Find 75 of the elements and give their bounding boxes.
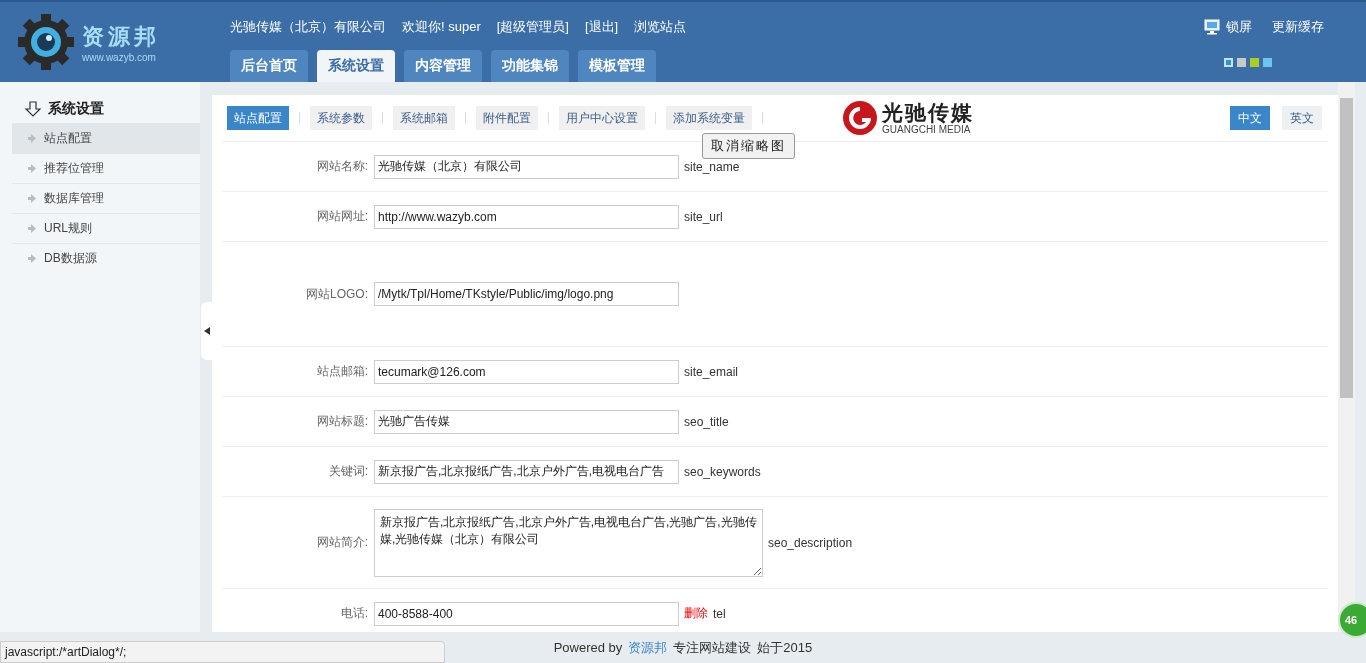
bullet-arrow-icon <box>28 254 36 263</box>
company-name: 光驰传媒（北京）有限公司 <box>230 18 386 36</box>
field-label: 网站简介: <box>315 534 369 551</box>
language-button[interactable]: 英文 <box>1282 106 1322 130</box>
sub-tab[interactable]: 添加系统变量 <box>666 106 752 130</box>
nav-tab[interactable]: 内容管理 <box>404 50 482 82</box>
field-key: site_email <box>684 364 739 379</box>
theme-swatch[interactable] <box>1250 58 1259 67</box>
logo-name: 资源邦 <box>82 21 160 51</box>
logo-url: www.wazyb.com <box>82 51 157 63</box>
sidebar-item[interactable]: URL规则 <box>12 213 200 243</box>
welcome-text: 欢迎你! super <box>402 18 481 36</box>
field-key: site_url <box>684 209 723 224</box>
brand-logo-icon <box>842 100 878 136</box>
brand-subtitle: GUANGCHI MEDIA <box>882 124 971 135</box>
language-button[interactable]: 中文 <box>1230 106 1270 130</box>
sidebar-item[interactable]: DB数据源 <box>12 243 200 273</box>
bullet-arrow-icon <box>28 224 36 233</box>
sub-tab[interactable]: 用户中心设置 <box>559 106 645 130</box>
nav-tab[interactable]: 功能集锦 <box>491 50 569 82</box>
theme-swatch[interactable] <box>1263 58 1272 67</box>
field-label: 站点邮箱: <box>315 363 369 380</box>
header-action-link[interactable]: 更新缓存 <box>1272 18 1324 36</box>
sidebar-item[interactable]: 站点配置 <box>12 123 200 153</box>
field-label: 网站网址: <box>315 208 369 225</box>
textarea-field[interactable]: 新京报广告,北京报纸广告,北京户外广告,电视电台广告,光驰广告,光驰传媒,光驰传媒（北京）有限公司 <box>374 508 763 577</box>
input-field[interactable]: /Mytk/Tpl/Home/TKstyle/Public/img/logo.png <box>374 282 679 306</box>
input-field[interactable]: 光驰广告传媒 <box>374 409 679 434</box>
status-text: javascript:/*artDialog*/; <box>0 641 445 663</box>
delete-link[interactable]: 删除 <box>684 605 708 622</box>
field-key: seo_keywords <box>684 464 761 479</box>
nav-tab[interactable]: 系统设置 <box>317 50 395 82</box>
field-key: seo_title <box>684 414 729 429</box>
nav-tab[interactable]: 后台首页 <box>230 50 308 82</box>
bullet-arrow-icon <box>28 194 36 203</box>
role-link[interactable]: [超级管理员] <box>496 18 569 38</box>
monitor-icon <box>1204 19 1220 35</box>
bullet-arrow-icon <box>28 134 36 143</box>
tooltip: 取消缩略图 <box>702 133 795 159</box>
input-field[interactable]: 新京报广告,北京报纸广告,北京户外广告,电视电台广告 <box>374 459 679 484</box>
sidebar-title: 系统设置 <box>48 100 104 118</box>
sub-tab[interactable]: 系统参数 <box>310 106 372 130</box>
field-key: site_name <box>684 159 740 174</box>
sub-tab[interactable]: 系统邮箱 <box>393 106 455 130</box>
footer-link[interactable]: 资源邦 <box>628 638 668 657</box>
brand-name: 光驰传媒 <box>882 101 974 123</box>
field-label: 网站名称: <box>315 158 369 175</box>
sidebar-item[interactable]: 数据库管理 <box>12 183 200 213</box>
theme-swatch[interactable] <box>1237 58 1246 67</box>
scrollbar[interactable] <box>1338 82 1355 632</box>
input-field[interactable]: http://www.wazyb.com <box>374 204 679 229</box>
field-label: 网站LOGO: <box>305 285 369 303</box>
browse-site-link[interactable]: 浏览站点 <box>634 18 687 38</box>
input-field[interactable]: tecumark@126.com <box>374 359 679 384</box>
input-field[interactable]: 400-8588-400 <box>374 601 679 626</box>
sidebar-item[interactable]: 推荐位管理 <box>12 153 200 183</box>
logout-link[interactable]: [退出] <box>585 18 619 38</box>
field-key: tel <box>713 606 726 621</box>
gear-eye-icon <box>18 14 74 70</box>
field-label: 网站标题: <box>315 413 369 430</box>
field-label: 电话: <box>339 605 369 622</box>
header-action-link[interactable]: 锁屏 <box>1204 18 1252 36</box>
nav-tab[interactable]: 模板管理 <box>578 50 656 82</box>
slogan-text: 专注网站建设 <box>673 638 752 657</box>
since-text: 始于2015 <box>757 638 813 657</box>
bullet-arrow-icon <box>28 164 36 173</box>
collapse-handle[interactable] <box>201 302 212 360</box>
field-key: seo_description <box>768 535 853 550</box>
field-label: 关键词: <box>327 463 369 480</box>
sub-tab[interactable]: 站点配置 <box>227 106 289 130</box>
theme-swatch[interactable] <box>1224 58 1233 67</box>
powered-text: Powered by <box>553 640 623 655</box>
down-arrow-icon <box>24 101 42 117</box>
input-field[interactable]: 光驰传媒（北京）有限公司 <box>374 154 679 179</box>
sub-tab[interactable]: 附件配置 <box>476 106 538 130</box>
